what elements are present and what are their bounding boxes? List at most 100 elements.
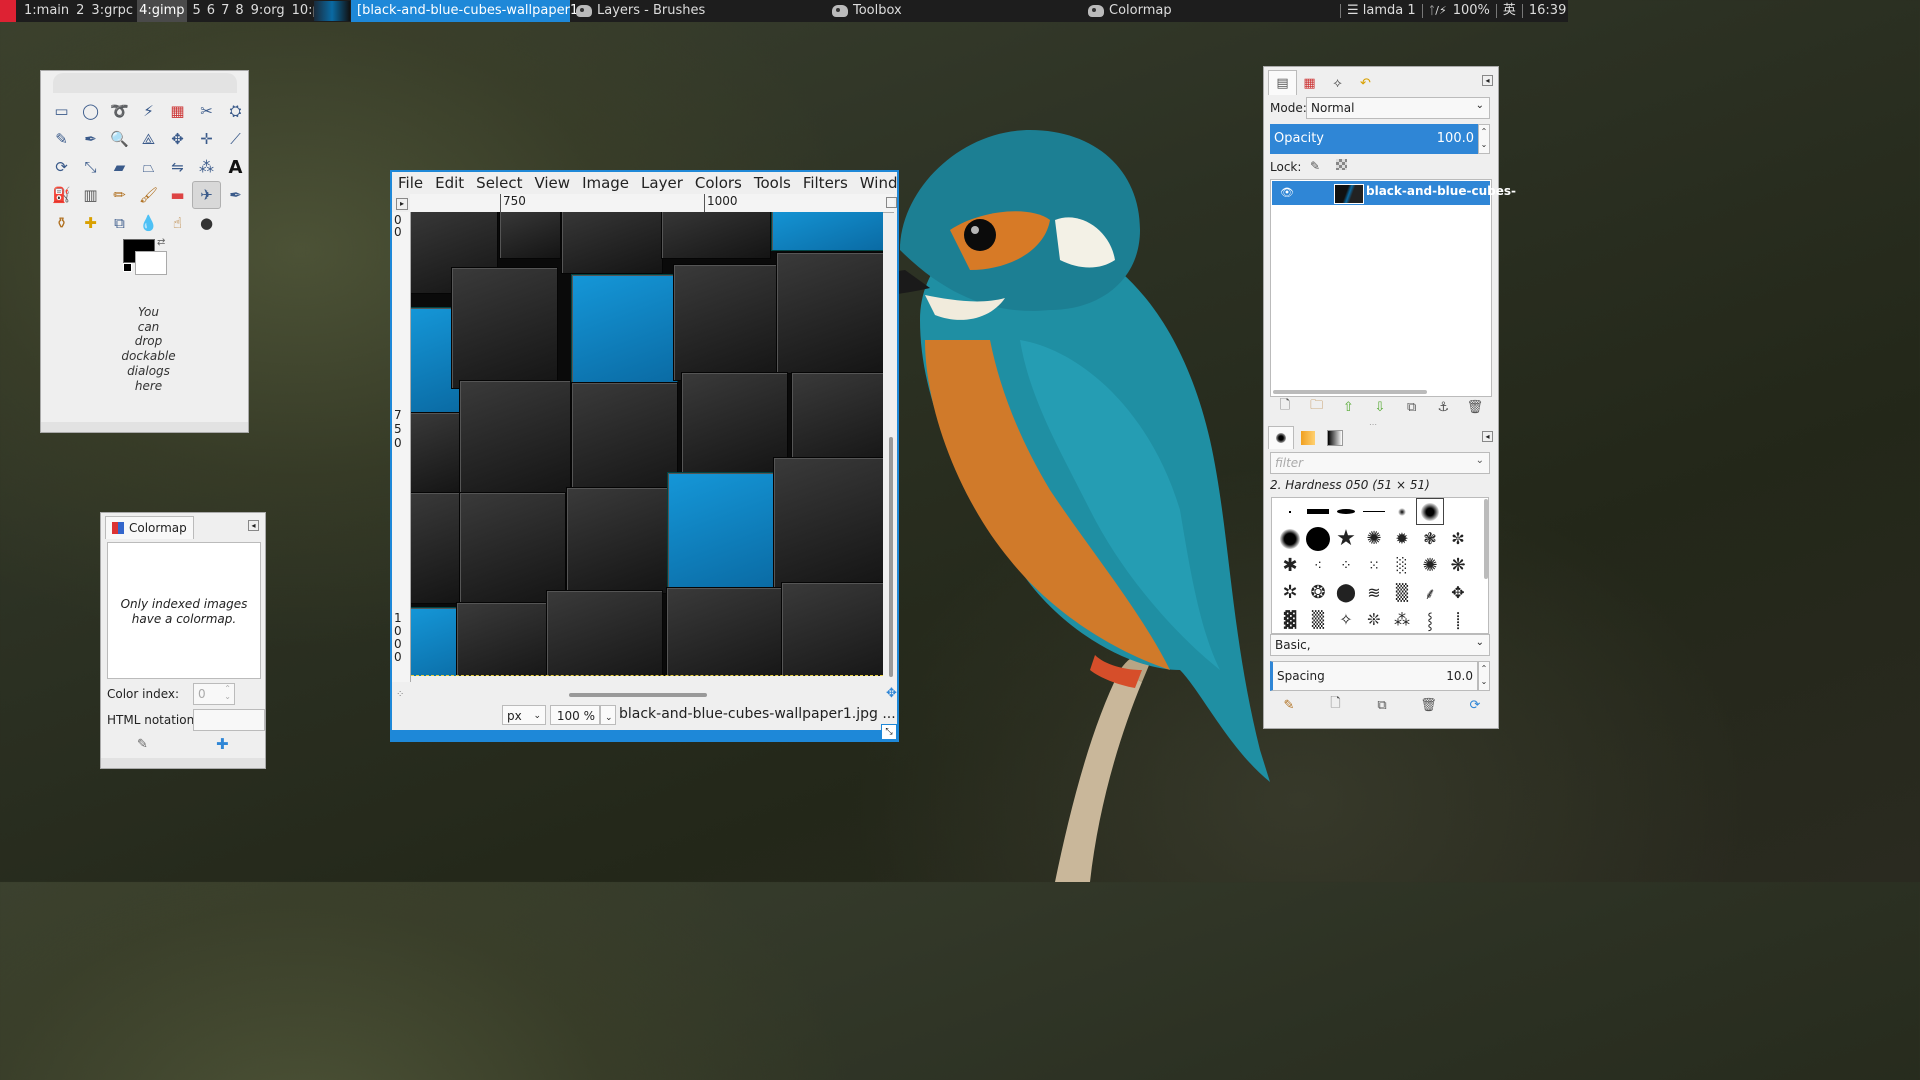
menu-select[interactable]: Select xyxy=(470,172,528,194)
paths-icon[interactable]: ✎ xyxy=(47,125,76,153)
unit-select[interactable]: px ⌄ xyxy=(502,705,546,725)
heal-icon[interactable]: ✚ xyxy=(76,209,105,237)
dock-menu-icon[interactable]: ◂ xyxy=(1482,431,1493,442)
brush-rough-6[interactable]: ⸾ xyxy=(1416,606,1444,633)
menu-edit[interactable]: Edit xyxy=(429,172,470,194)
spacing-spinner[interactable]: ⌃ ⌄ xyxy=(1478,661,1490,691)
flip-icon[interactable]: ⇋ xyxy=(163,153,192,181)
lock-pixels-icon[interactable]: ✎ xyxy=(1310,159,1320,173)
new-brush-icon[interactable]: 🗋 xyxy=(1321,695,1351,715)
pencil-icon[interactable]: ✏ xyxy=(105,181,134,209)
window-resize-bar[interactable] xyxy=(392,730,897,740)
nav-corner-icon[interactable]: ⁘ xyxy=(396,689,404,700)
menu-windows[interactable]: Windows xyxy=(854,172,897,194)
opacity-slider[interactable]: Opacity 100.0 xyxy=(1270,124,1478,154)
workspace-5[interactable]: 5 xyxy=(191,0,203,22)
brush-block[interactable] xyxy=(1304,498,1332,525)
menu-layer[interactable]: Layer xyxy=(635,172,689,194)
brush-grass[interactable]: ⸙ xyxy=(1416,579,1444,606)
workspace-6[interactable]: 6 xyxy=(205,0,217,22)
layer-name[interactable]: black-and-blue-cubes- xyxy=(1366,184,1516,198)
blend-icon[interactable]: ▥ xyxy=(76,181,105,209)
workspace-3[interactable]: 3:grpc xyxy=(89,0,135,22)
brush-rough-1[interactable]: ▓ xyxy=(1276,606,1304,633)
brush-texture-2[interactable]: ✼ xyxy=(1444,525,1472,552)
brush-ellipse[interactable] xyxy=(1332,498,1360,525)
zoom-icon[interactable]: 🔍 xyxy=(105,125,134,153)
task-toolbox[interactable]: Toolbox xyxy=(826,0,908,22)
task-colormap[interactable]: Colormap xyxy=(1082,0,1178,22)
dodge-burn-icon[interactable]: ● xyxy=(192,209,221,237)
task-layers-brushes[interactable]: Layers - Brushes xyxy=(570,0,711,22)
tab-brushes[interactable] xyxy=(1268,426,1294,449)
crop-icon[interactable]: ⟋ xyxy=(221,125,250,153)
tab-paths[interactable]: ⟡ xyxy=(1324,72,1351,94)
html-notation-input[interactable] xyxy=(193,709,265,731)
brush-hardness-050[interactable] xyxy=(1416,498,1444,525)
perspective-icon[interactable]: ⏢ xyxy=(134,153,163,181)
airbrush-icon[interactable]: ✈ xyxy=(192,181,221,209)
brush-oil[interactable]: ❂ xyxy=(1304,579,1332,606)
spacing-slider[interactable]: Spacing 10.0 xyxy=(1270,661,1478,691)
brush-rough-3[interactable]: ✧ xyxy=(1332,606,1360,633)
new-layer-icon[interactable]: 🗋 xyxy=(1270,397,1300,417)
eye-icon[interactable]: 👁 xyxy=(1280,186,1294,199)
default-colors-icon[interactable] xyxy=(123,263,132,272)
brush-filter-input[interactable]: filter ⌄ xyxy=(1270,452,1490,474)
layers-hscrollbar[interactable] xyxy=(1273,390,1427,394)
swap-colors-icon[interactable]: ⇄ xyxy=(157,237,165,248)
resize-grip-icon[interactable]: ⤡ xyxy=(881,724,897,740)
menu-colors[interactable]: Colors xyxy=(689,172,748,194)
menu-view[interactable]: View xyxy=(528,172,576,194)
horizontal-scrollbar[interactable] xyxy=(411,692,883,698)
scale-icon[interactable]: ⤡ xyxy=(76,153,105,181)
add-color-icon[interactable]: ✚ xyxy=(216,735,229,753)
pane-separator[interactable]: ⋯ xyxy=(1369,420,1377,429)
align-icon[interactable]: ✛ xyxy=(192,125,221,153)
lower-layer-icon[interactable]: ⇩ xyxy=(1365,397,1395,417)
task-image-window[interactable]: [black-and-blue-cubes-wallpaper1... xyxy=(351,0,591,22)
menu-file[interactable]: File xyxy=(392,172,429,194)
new-group-icon[interactable]: 🗀 xyxy=(1302,397,1332,417)
brush-round-texture[interactable]: ⬤ xyxy=(1332,579,1360,606)
tab-undo-history[interactable]: ↶ xyxy=(1352,72,1379,94)
edit-color-icon[interactable]: ✎ xyxy=(137,737,148,752)
layer-row[interactable]: 👁 black-and-blue-cubes- xyxy=(1272,181,1516,205)
menu-tools[interactable]: Tools xyxy=(748,172,797,194)
anchor-layer-icon[interactable]: ⚓ xyxy=(1428,397,1458,417)
menu-image[interactable]: Image xyxy=(576,172,635,194)
tab-gradients[interactable] xyxy=(1324,428,1346,448)
brush-sparks[interactable]: ⁘ xyxy=(1332,552,1360,579)
foreground-select-icon[interactable]: ⛭ xyxy=(221,97,250,125)
brush-pixel[interactable] xyxy=(1276,498,1304,525)
dock-menu-icon[interactable]: ◂ xyxy=(248,520,259,531)
brush-dots[interactable]: ⁖ xyxy=(1304,552,1332,579)
brush-noise[interactable]: ░ xyxy=(1388,552,1416,579)
workspace-7[interactable]: 7 xyxy=(219,0,231,22)
rect-select-icon[interactable]: ▭ xyxy=(47,97,76,125)
zoom-select[interactable]: 100 % xyxy=(550,705,600,725)
brush-line[interactable] xyxy=(1360,498,1388,525)
brush-rough-5[interactable]: ⁂ xyxy=(1388,606,1416,633)
color-picker-icon[interactable]: ✒ xyxy=(76,125,105,153)
workspace-4[interactable]: 4:gimp xyxy=(137,0,187,22)
tab-layers[interactable]: ▤ xyxy=(1268,70,1297,95)
text-icon[interactable]: A xyxy=(221,153,250,181)
edit-brush-icon[interactable]: ✎ xyxy=(1274,695,1304,715)
menu-filters[interactable]: Filters xyxy=(797,172,854,194)
brush-grunge[interactable]: ❋ xyxy=(1444,552,1472,579)
opacity-spinner[interactable]: ⌃ ⌄ xyxy=(1478,124,1490,154)
workspace-8[interactable]: 8 xyxy=(233,0,245,22)
wm-menu-icon[interactable] xyxy=(0,0,16,22)
brush-scatter[interactable]: ⁙ xyxy=(1360,552,1388,579)
zoom-fit-icon[interactable] xyxy=(886,197,897,208)
refresh-brushes-icon[interactable]: ⟳ xyxy=(1460,695,1490,715)
brush-splatter[interactable]: ✺ xyxy=(1360,525,1388,552)
layout-indicator[interactable]: ☰ lamda 1 xyxy=(1347,0,1416,22)
shear-icon[interactable]: ▰ xyxy=(105,153,134,181)
input-method[interactable]: 英 xyxy=(1503,0,1516,22)
perspective-clone-icon[interactable]: ⧉ xyxy=(105,209,134,237)
cage-icon[interactable]: ⁂ xyxy=(192,153,221,181)
brush-rough-2[interactable]: ▒ xyxy=(1304,606,1332,633)
move-icon[interactable]: ✥ xyxy=(163,125,192,153)
